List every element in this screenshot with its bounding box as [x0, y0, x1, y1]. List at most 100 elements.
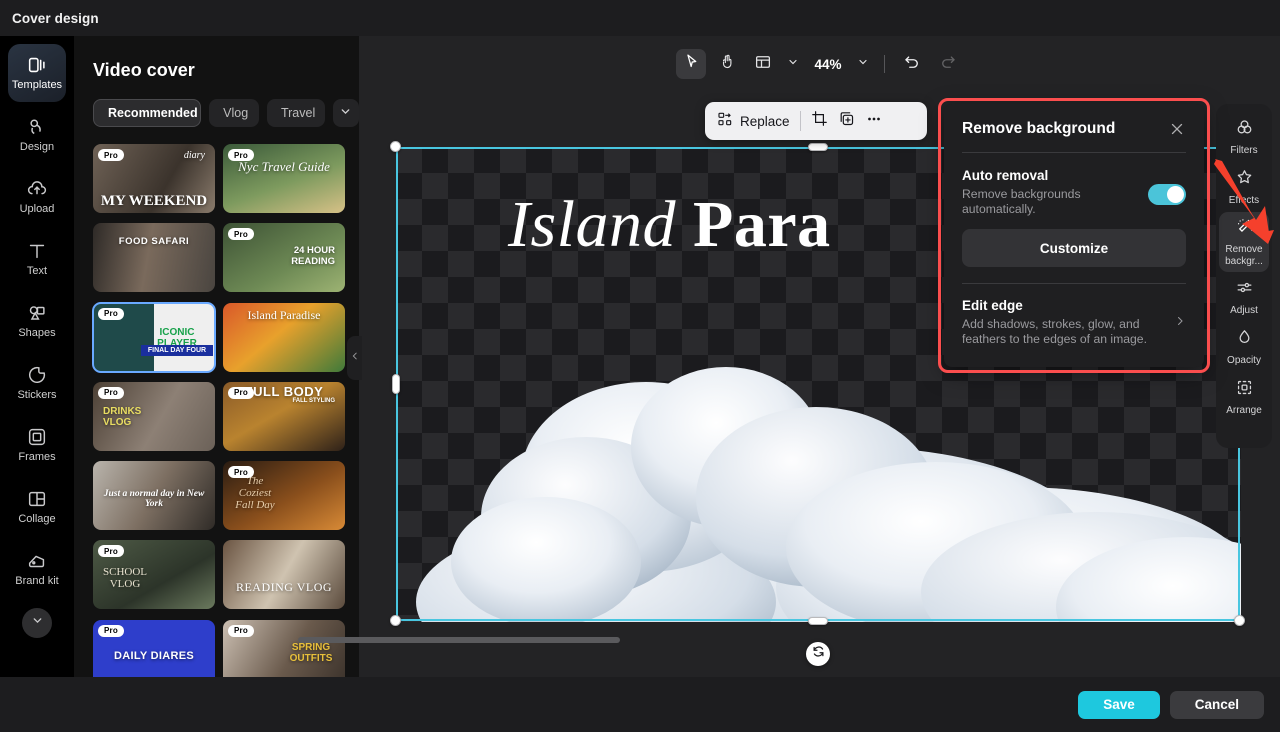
shapes-icon — [26, 302, 48, 324]
template-title: SCHOOL VLOG — [97, 566, 153, 590]
replace-button[interactable]: Replace — [717, 111, 790, 132]
page-title: Cover design — [12, 11, 99, 26]
canvas-text[interactable]: Island Para — [508, 187, 831, 263]
left-sidebar: Templates Design Upload Text Shapes — [0, 36, 74, 677]
sidebar-item-text[interactable]: Text — [8, 230, 66, 288]
customize-button[interactable]: Customize — [962, 229, 1186, 267]
tool-label: Effects — [1229, 195, 1259, 207]
zoom-dropdown-button[interactable] — [854, 50, 872, 78]
bottom-action-bar: Save Cancel — [0, 677, 1280, 732]
template-tile[interactable]: Pro DRINKS VLOG — [93, 382, 215, 451]
template-tile[interactable]: Pro The Coziest Fall Day — [223, 461, 345, 530]
template-tile[interactable]: Pro diary MY WEEKEND — [93, 144, 215, 213]
template-title: SPRING OUTFITS — [281, 642, 341, 664]
sidebar-item-upload[interactable]: Upload — [8, 168, 66, 226]
tool-remove-background[interactable]: Remove backgr... — [1219, 212, 1269, 272]
chips-expand-button[interactable] — [333, 99, 359, 127]
stickers-icon — [26, 364, 48, 386]
selection-handle-top-center[interactable] — [808, 143, 828, 151]
sidebar-item-design[interactable]: Design — [8, 106, 66, 164]
sidebar-more-button[interactable] — [22, 608, 52, 638]
close-icon[interactable] — [1168, 120, 1186, 138]
sidebar-item-shapes[interactable]: Shapes — [8, 292, 66, 350]
templates-icon — [26, 54, 48, 76]
panel-title: Video cover — [93, 60, 359, 81]
template-title: 24 HOUR READING — [277, 245, 339, 267]
sidebar-item-label: Frames — [18, 451, 55, 464]
horizontal-scrollbar[interactable] — [298, 637, 620, 643]
pro-badge: Pro — [98, 387, 124, 399]
arrange-icon — [1235, 378, 1254, 402]
template-tile[interactable]: Just a normal day in New York — [93, 461, 215, 530]
template-tile[interactable]: FOOD SAFARI — [93, 223, 215, 292]
template-tile[interactable]: Pro FULL BODY FALL STYLING — [223, 382, 345, 451]
panel-collapse-button[interactable] — [347, 336, 362, 380]
cancel-button[interactable]: Cancel — [1170, 691, 1264, 719]
divider — [962, 283, 1186, 284]
sidebar-item-brand-kit[interactable]: Brand kit — [8, 540, 66, 598]
more-options-button[interactable] — [865, 110, 883, 133]
edit-edge-row[interactable]: Edit edge Add shadows, strokes, glow, an… — [962, 298, 1186, 347]
chevron-down-icon — [787, 55, 799, 73]
chip-vlog[interactable]: Vlog — [209, 99, 259, 127]
selection-handle-bottom-right[interactable] — [1234, 615, 1245, 626]
tool-label: Filters — [1230, 145, 1257, 157]
sidebar-item-collage[interactable]: Collage — [8, 478, 66, 536]
tool-label: Arrange — [1226, 405, 1262, 417]
undo-button[interactable] — [897, 49, 927, 79]
template-subtitle: FINAL DAY FOUR — [141, 345, 213, 356]
template-tile[interactable]: Pro ICONIC PLAYER FINAL DAY FOUR — [93, 303, 215, 372]
tool-opacity[interactable]: Opacity — [1219, 322, 1269, 372]
zoom-level[interactable]: 44% — [808, 57, 847, 72]
template-tile[interactable]: Pro 24 HOUR READING — [223, 223, 345, 292]
tool-effects[interactable]: Effects — [1219, 162, 1269, 212]
chevron-down-icon — [31, 614, 44, 632]
tool-arrange[interactable]: Arrange — [1219, 372, 1269, 422]
duplicate-button[interactable] — [838, 110, 855, 132]
template-tile[interactable]: Pro DAILY DIARES — [93, 620, 215, 678]
pro-badge: Pro — [228, 466, 254, 478]
selection-handle-left-middle[interactable] — [392, 374, 400, 394]
tool-filters[interactable]: Filters — [1219, 112, 1269, 162]
sidebar-item-label: Design — [20, 141, 54, 154]
replace-label: Replace — [740, 114, 790, 129]
tool-adjust[interactable]: Adjust — [1219, 272, 1269, 322]
rotate-icon — [811, 644, 826, 664]
rotate-handle[interactable] — [806, 642, 830, 666]
sidebar-item-templates[interactable]: Templates — [8, 44, 66, 102]
selection-handle-bottom-center[interactable] — [808, 617, 828, 625]
redo-button[interactable] — [933, 49, 963, 79]
chip-recommended[interactable]: Recommended — [93, 99, 201, 127]
selection-handle-top-left[interactable] — [390, 141, 401, 152]
text-icon — [26, 240, 48, 262]
select-tool-button[interactable] — [676, 49, 706, 79]
layout-dropdown-button[interactable] — [784, 50, 802, 78]
chevron-down-icon — [857, 55, 869, 73]
template-tile[interactable]: Pro SPRING OUTFITS — [223, 620, 345, 678]
sidebar-item-stickers[interactable]: Stickers — [8, 354, 66, 412]
template-tile[interactable]: Pro Nyc Travel Guide — [223, 144, 345, 213]
pro-badge: Pro — [98, 308, 124, 320]
sidebar-item-label: Collage — [18, 513, 55, 526]
save-button[interactable]: Save — [1078, 691, 1160, 719]
hand-tool-button[interactable] — [712, 49, 742, 79]
layout-tool-button[interactable] — [748, 49, 778, 79]
auto-removal-toggle[interactable] — [1148, 184, 1186, 205]
template-tile[interactable]: Pro SCHOOL VLOG — [93, 540, 215, 609]
template-title: MY WEEKEND — [93, 193, 215, 210]
sidebar-item-label: Shapes — [18, 327, 55, 340]
image-action-toolbar: Replace — [705, 102, 927, 140]
crop-button[interactable] — [811, 110, 828, 132]
remove-background-icon — [1235, 217, 1254, 241]
tool-label: Adjust — [1230, 305, 1258, 317]
template-tile[interactable]: Island Paradise — [223, 303, 345, 372]
chevron-left-icon — [350, 349, 360, 368]
toggle-knob — [1167, 186, 1184, 203]
panel-header: Remove background — [962, 120, 1186, 138]
template-tile[interactable]: READING VLOG — [223, 540, 345, 609]
chip-travel[interactable]: Travel — [267, 99, 325, 127]
selection-handle-bottom-left[interactable] — [390, 615, 401, 626]
template-title: FOOD SAFARI — [93, 236, 215, 247]
hand-icon — [719, 53, 736, 75]
sidebar-item-frames[interactable]: Frames — [8, 416, 66, 474]
